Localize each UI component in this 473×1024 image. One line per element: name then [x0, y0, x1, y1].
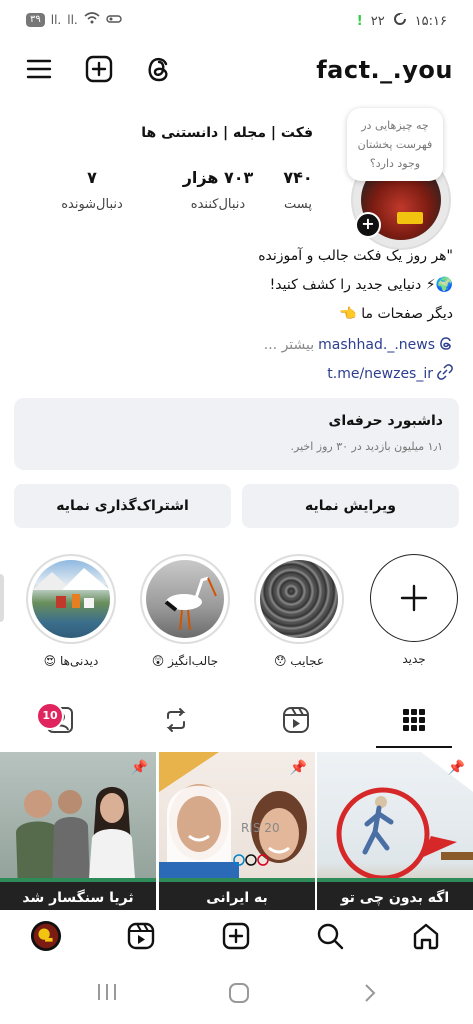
highlight-label: جدید: [402, 652, 426, 666]
tagged-count-badge: 10: [36, 702, 64, 730]
pin-icon: 📌: [130, 760, 148, 776]
stat-label: دنبال‌شونده: [61, 197, 123, 212]
highlight-scroll-edge: [0, 574, 4, 622]
clock-text: ۱۵:۱۶: [414, 13, 447, 29]
threads-small-icon: [439, 336, 453, 354]
stat-value: ۷۴۰: [283, 168, 313, 187]
more-label[interactable]: ... بیشتر: [264, 337, 314, 353]
highlight-image: [146, 560, 224, 638]
highlight-wonders[interactable]: عجایب 😯: [253, 554, 345, 668]
stat-label: دنبال‌کننده: [190, 197, 246, 212]
weather-icon: [393, 12, 407, 30]
bio-line-3: دیگر صفحات ما 👈: [339, 306, 453, 322]
status-bar: ۳۹ ll. ll. ! ۲۲ ۱۵:۱۶: [0, 0, 473, 44]
profile-note-bubble[interactable]: چه چیزهایی در فهرست پخشتان وجود دارد؟: [347, 108, 443, 181]
back-icon[interactable]: [362, 982, 378, 1009]
tab-reels[interactable]: [280, 704, 312, 736]
link-icon: [437, 364, 453, 384]
pin-icon: 📌: [289, 760, 307, 776]
post-tile[interactable]: 📌 ثریا سنگسار شد: [0, 752, 156, 910]
signal-strength-2: ll.: [67, 12, 78, 27]
highlight-image: [260, 560, 338, 638]
signal-strength-1: ll.: [50, 12, 62, 27]
stat-label: پست: [284, 197, 312, 212]
tab-reposts[interactable]: [160, 704, 192, 736]
stat-posts[interactable]: ۷۴۰ پست: [273, 168, 323, 212]
repost-icon: [166, 708, 186, 732]
top-actions: [24, 54, 174, 84]
status-left: ۳۹ ll. ll.: [26, 12, 122, 27]
reels-nav-icon[interactable]: [125, 920, 157, 952]
tab-grid[interactable]: [398, 704, 430, 736]
menu-icon[interactable]: [24, 54, 54, 84]
stat-followers[interactable]: ۷۰۳ هزار دنبال‌کننده: [173, 168, 263, 212]
post-caption: به ایرانی: [159, 878, 315, 910]
battery-indicator: ۳۹: [26, 12, 45, 27]
highlight-label: عجایب 😯: [273, 654, 324, 668]
bottom-navigation: [0, 910, 473, 962]
reels-icon: [283, 707, 309, 733]
external-link[interactable]: t.me/newzes_ir: [327, 366, 433, 382]
home-button-icon[interactable]: [228, 982, 250, 1009]
post-tile[interactable]: 📌 اگه بدون چی تو استخره: [317, 752, 473, 910]
threads-link-row[interactable]: ... بیشتر mashhad._.news: [264, 336, 453, 354]
dashboard-subtitle: ۱٫۱ میلیون بازدید در ۳۰ روز اخیر.: [290, 440, 443, 453]
bio-line-1: "هر روز یک فکت جالب و آموزنده: [258, 248, 453, 264]
home-icon[interactable]: [410, 920, 442, 952]
add-story-button[interactable]: +: [355, 212, 381, 238]
alert-icon: !: [356, 13, 363, 29]
profile-username[interactable]: fact._.you: [316, 56, 453, 84]
village-illustration: [32, 568, 110, 608]
active-tab-indicator: [376, 746, 452, 748]
wifi-icon: [84, 12, 100, 27]
profile-tabs: [0, 696, 473, 750]
threads-icon[interactable]: [144, 54, 174, 84]
stork-illustration: [164, 576, 217, 631]
temperature-text: ۲۲: [370, 13, 385, 29]
highlight-label: دیدنی‌ها 😍: [43, 654, 99, 668]
highlight-circle: [370, 554, 458, 642]
stat-following[interactable]: ۷ دنبال‌شونده: [52, 168, 132, 212]
highlight-sights[interactable]: دیدنی‌ها 😍: [25, 554, 117, 668]
highlight-new[interactable]: جدید: [368, 554, 460, 666]
dashboard-title: داشبورد حرفه‌ای: [328, 413, 443, 429]
avatar-logo-detail: [397, 212, 423, 224]
edit-profile-button[interactable]: ویرایش نمایه: [242, 484, 459, 528]
highlight-circle: [26, 554, 116, 644]
create-icon[interactable]: [220, 920, 252, 952]
highlight-interesting[interactable]: جالب‌انگیز 😲: [139, 554, 231, 668]
post-tile[interactable]: RIS 20 📌 به ایرانی: [159, 752, 315, 910]
highlight-circle: [254, 554, 344, 644]
bio-line-2: 🌍⚡ دنیایی جدید را کشف کنید!: [269, 277, 453, 293]
grid-icon: [403, 709, 425, 731]
post-caption: اگه بدون چی تو استخره: [317, 878, 473, 910]
plus-icon: [400, 584, 428, 612]
profile-nav-avatar[interactable]: [30, 920, 62, 952]
professional-dashboard[interactable]: داشبورد حرفه‌ای ۱٫۱ میلیون بازدید در ۳۰ …: [14, 398, 459, 470]
recent-apps-icon[interactable]: [96, 982, 118, 1007]
system-navigation: [0, 962, 473, 1024]
threads-link[interactable]: mashhad._.news: [318, 337, 435, 353]
create-post-icon[interactable]: [84, 54, 114, 84]
stat-value: ۷۰۳ هزار: [182, 168, 254, 187]
svg-text:RIS 20: RIS 20: [241, 821, 280, 835]
highlight-circle: [140, 554, 230, 644]
highlight-image: [32, 560, 110, 638]
share-profile-button[interactable]: اشتراک‌گذاری نمایه: [14, 484, 231, 528]
stat-value: ۷: [87, 168, 97, 187]
post-caption: ثریا سنگسار شد: [0, 878, 156, 910]
profile-display-name: فکت | مجله | دانستنی ها: [141, 125, 313, 141]
search-icon[interactable]: [314, 920, 346, 952]
vpn-key-icon: [106, 13, 122, 27]
pin-icon: 📌: [447, 760, 465, 776]
highlight-label: جالب‌انگیز 😲: [151, 654, 219, 668]
status-right: ! ۲۲ ۱۵:۱۶: [357, 12, 447, 30]
external-link-row[interactable]: t.me/newzes_ir: [327, 364, 453, 384]
